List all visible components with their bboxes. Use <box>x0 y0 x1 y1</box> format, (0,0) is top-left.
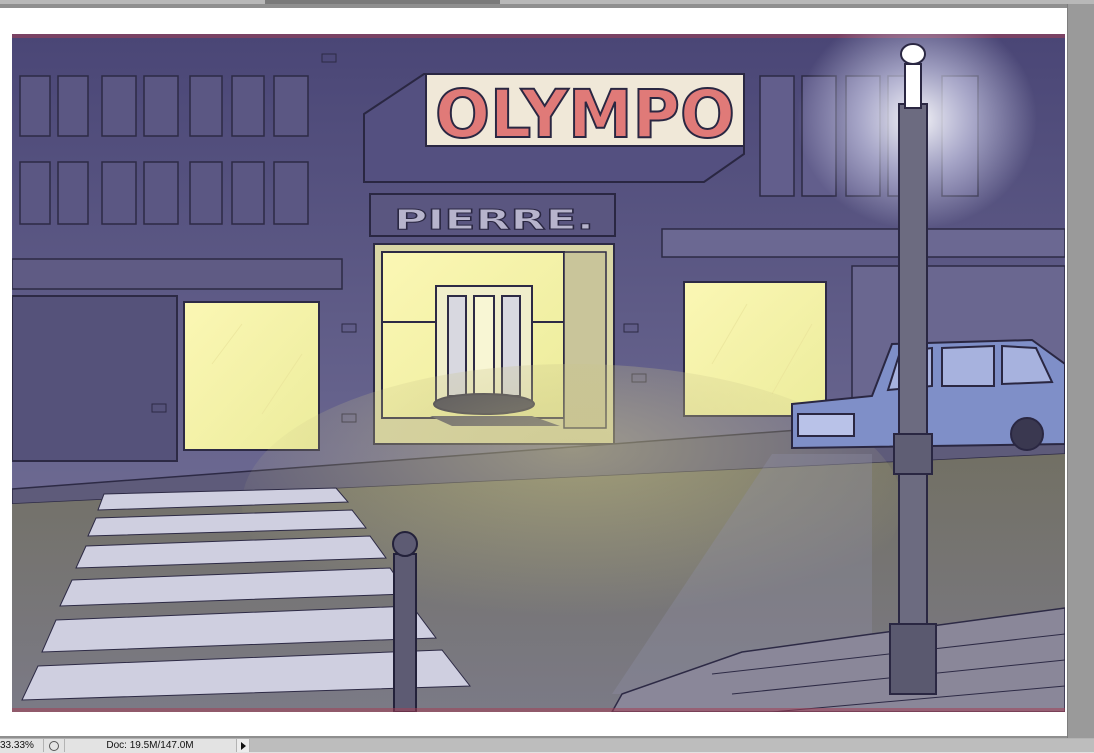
cornice-left <box>12 258 343 290</box>
marquee-sign-text: OLYMPO <box>435 76 735 153</box>
vertical-scrollbar[interactable] <box>1067 4 1094 738</box>
zoom-level-field[interactable]: 33.33% <box>0 739 44 752</box>
preview-toggle-button[interactable]: ◐ <box>44 739 65 752</box>
illustration: OLYMPO PIERRE. <box>12 34 1065 712</box>
storefront-left-frame <box>12 295 178 462</box>
status-bar-filler <box>250 739 1094 752</box>
bollard <box>392 531 418 712</box>
top-ruler-edge <box>0 0 1094 4</box>
document-size-info: Doc: 19.5M/147.0M <box>106 740 194 751</box>
document-canvas[interactable]: OLYMPO PIERRE. <box>0 8 1067 736</box>
title-bar-fragment <box>0 0 265 4</box>
status-bar: 33.33% ◐ Doc: 19.5M/147.0M <box>0 738 1094 753</box>
canvas-bottom-edge <box>12 708 1065 712</box>
status-menu-arrow-icon[interactable] <box>236 739 250 752</box>
shop-sign-text: PIERRE. <box>394 203 594 236</box>
title-bar-fragment <box>500 0 1094 4</box>
cornice-right <box>661 228 1065 258</box>
preview-toggle-icon: ◐ <box>49 740 59 751</box>
